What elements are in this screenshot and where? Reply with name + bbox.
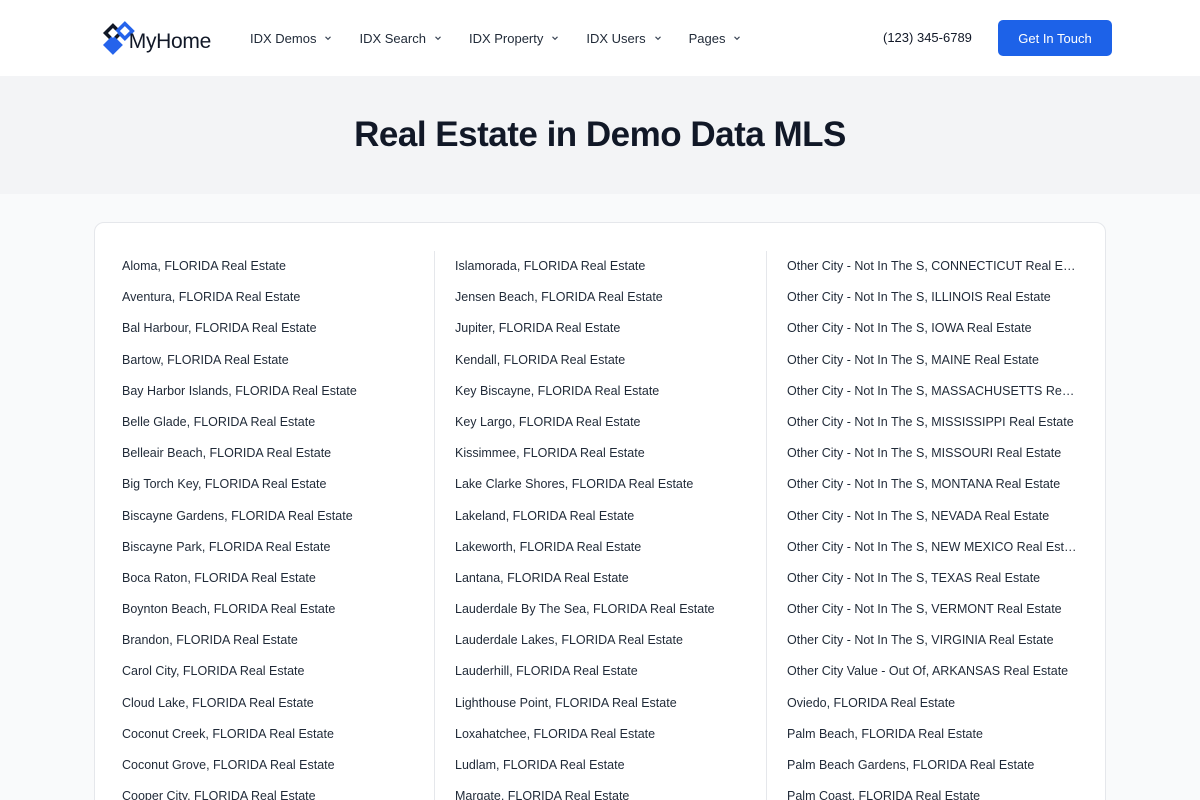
nav-item-idx-demos[interactable]: IDX Demos [250,31,332,46]
city-column-2: Islamorada, FLORIDA Real Estate Jensen Be… [434,251,766,800]
main-content: Aloma, FLORIDA Real Estate Aventura, FLOR… [0,194,1200,800]
city-link[interactable]: Boynton Beach, FLORIDA Real Estate [122,594,407,625]
city-link[interactable]: Other City - Not In The S, TEXAS Real Es… [787,563,1078,594]
city-link[interactable]: Palm Coast, FLORIDA Real Estate [787,781,1078,800]
nav-item-label: IDX Demos [250,30,317,46]
city-link[interactable]: Lakeworth, FLORIDA Real Estate [455,532,739,563]
city-link[interactable]: Biscayne Park, FLORIDA Real Estate [122,532,407,563]
phone-link[interactable]: (123) 345-6789 [883,30,972,45]
city-link[interactable]: Lighthouse Point, FLORIDA Real Estate [455,688,739,719]
page-hero: Real Estate in Demo Data MLS [0,76,1200,194]
city-link[interactable]: Boca Raton, FLORIDA Real Estate [122,563,407,594]
city-link[interactable]: Islamorada, FLORIDA Real Estate [455,251,739,282]
city-link[interactable]: Key Largo, FLORIDA Real Estate [455,407,739,438]
site-header: MyHome IDX Demos IDX Search IDX Property… [0,0,1200,76]
city-link[interactable]: Loxahatchee, FLORIDA Real Estate [455,719,739,750]
city-link[interactable]: Brandon, FLORIDA Real Estate [122,625,407,656]
city-link[interactable]: Other City - Not In The S, CONNECTICUT R… [787,251,1078,282]
nav-item-label: IDX Search [359,30,426,46]
city-link[interactable]: Belle Glade, FLORIDA Real Estate [122,407,407,438]
city-link[interactable]: Other City - Not In The S, MASSACHUSETTS… [787,376,1078,407]
city-link[interactable]: Cloud Lake, FLORIDA Real Estate [122,688,407,719]
nav-item-pages[interactable]: Pages [689,31,742,46]
city-link[interactable]: Lauderhill, FLORIDA Real Estate [455,656,739,687]
nav-item-idx-property[interactable]: IDX Property [469,31,559,46]
city-link[interactable]: Other City - Not In The S, NEVADA Real E… [787,501,1078,532]
city-link[interactable]: Jensen Beach, FLORIDA Real Estate [455,282,739,313]
city-column-3: Other City - Not In The S, CONNECTICUT R… [766,251,1105,800]
get-in-touch-button[interactable]: Get In Touch [998,20,1112,56]
city-link[interactable]: Other City - Not In The S, VERMONT Real … [787,594,1078,625]
city-link[interactable]: Aventura, FLORIDA Real Estate [122,282,407,313]
chevron-down-icon [552,36,559,41]
city-link[interactable]: Aloma, FLORIDA Real Estate [122,251,407,282]
nav-item-idx-search[interactable]: IDX Search [359,31,441,46]
city-link[interactable]: Other City - Not In The S, MISSOURI Real… [787,438,1078,469]
city-link[interactable]: Bay Harbor Islands, FLORIDA Real Estate [122,376,407,407]
city-link[interactable]: Palm Beach, FLORIDA Real Estate [787,719,1078,750]
chevron-down-icon [435,36,441,41]
city-link[interactable]: Bartow, FLORIDA Real Estate [122,345,407,376]
nav-item-label: Pages [688,30,726,46]
city-link[interactable]: Other City - Not In The S, MISSISSIPPI R… [787,407,1078,438]
chevron-down-icon [325,36,332,41]
city-link[interactable]: Cooper City, FLORIDA Real Estate [122,781,407,800]
city-link[interactable]: Key Biscayne, FLORIDA Real Estate [455,376,739,407]
city-link[interactable]: Margate, FLORIDA Real Estate [455,781,739,800]
city-link[interactable]: Belleair Beach, FLORIDA Real Estate [122,438,407,469]
city-link[interactable]: Ludlam, FLORIDA Real Estate [455,750,739,781]
city-link[interactable]: Big Torch Key, FLORIDA Real Estate [122,469,407,500]
city-link[interactable]: Kendall, FLORIDA Real Estate [455,345,739,376]
city-link[interactable]: Coconut Creek, FLORIDA Real Estate [122,719,407,750]
city-link[interactable]: Lauderdale By The Sea, FLORIDA Real Esta… [455,594,739,625]
city-link[interactable]: Other City - Not In The S, NEW MEXICO Re… [787,532,1078,563]
city-link[interactable]: Oviedo, FLORIDA Real Estate [787,688,1078,719]
city-link[interactable]: Other City - Not In The S, IOWA Real Est… [787,313,1078,344]
city-link[interactable]: Biscayne Gardens, FLORIDA Real Estate [122,501,407,532]
page-title: Real Estate in Demo Data MLS [354,115,846,154]
nav-item-label: IDX Users [586,30,646,46]
chevron-down-icon [734,36,741,41]
city-link[interactable]: Jupiter, FLORIDA Real Estate [455,313,739,344]
city-link[interactable]: Bal Harbour, FLORIDA Real Estate [122,313,407,344]
logo-text: MyHome [128,30,212,53]
nav-item-idx-users[interactable]: IDX Users [586,31,661,46]
city-link[interactable]: Lauderdale Lakes, FLORIDA Real Estate [455,625,739,656]
city-link[interactable]: Other City - Not In The S, MONTANA Real … [787,469,1078,500]
chevron-down-icon [654,36,661,41]
city-link[interactable]: Coconut Grove, FLORIDA Real Estate [122,750,407,781]
city-link[interactable]: Other City - Not In The S, MAINE Real Es… [787,345,1078,376]
city-link[interactable]: Other City - Not In The S, VIRGINIA Real… [787,625,1078,656]
city-link[interactable]: Lakeland, FLORIDA Real Estate [455,501,739,532]
city-links-card: Aloma, FLORIDA Real Estate Aventura, FLOR… [94,222,1106,800]
city-link[interactable]: Kissimmee, FLORIDA Real Estate [455,438,739,469]
city-link[interactable]: Lantana, FLORIDA Real Estate [455,563,739,594]
city-link[interactable]: Palm Beach Gardens, FLORIDA Real Estate [787,750,1078,781]
city-link[interactable]: Other City Value - Out Of, ARKANSAS Real… [787,656,1078,687]
main-nav: IDX Demos IDX Search IDX Property IDX Us… [250,31,741,46]
city-link[interactable]: Other City - Not In The S, ILLINOIS Real… [787,282,1078,313]
city-link[interactable]: Carol City, FLORIDA Real Estate [122,656,407,687]
city-link[interactable]: Lake Clarke Shores, FLORIDA Real Estate [455,469,739,500]
city-column-1: Aloma, FLORIDA Real Estate Aventura, FLOR… [95,251,434,800]
nav-item-label: IDX Property [468,30,544,46]
logo[interactable]: MyHome [101,18,211,58]
